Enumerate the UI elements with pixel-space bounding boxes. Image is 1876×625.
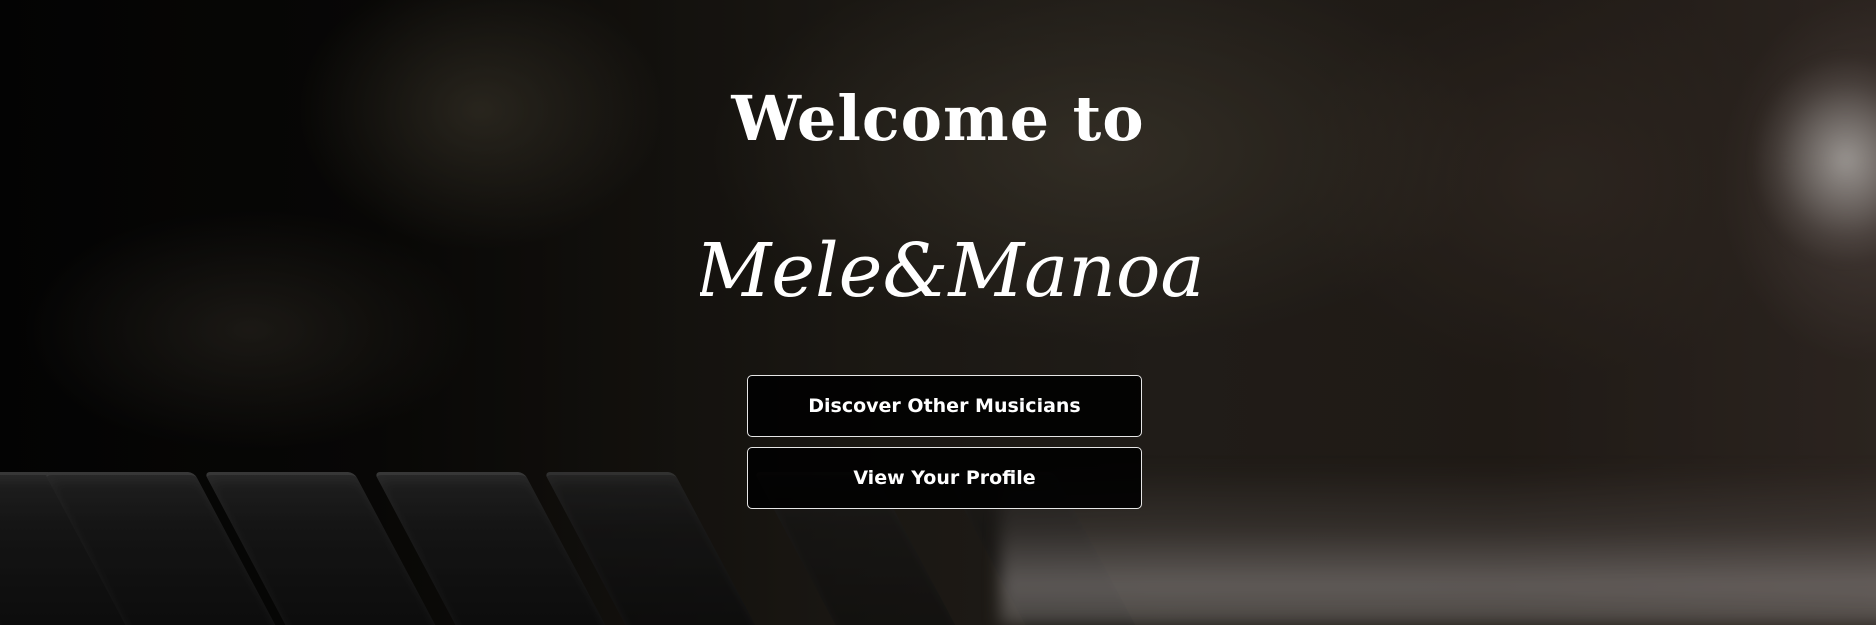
mele-manoa-logo: Mele&Manoa — [700, 228, 1200, 314]
welcome-heading: Welcome to — [731, 82, 1145, 155]
discover-musicians-button[interactable]: Discover Other Musicians — [747, 375, 1142, 437]
view-profile-button[interactable]: View Your Profile — [747, 447, 1142, 509]
hero-content: Welcome to Mele&Manoa Discover Other Mus… — [0, 0, 1876, 625]
logo-text: Mele&Manoa — [700, 228, 1200, 314]
hero-background: Welcome to Mele&Manoa Discover Other Mus… — [0, 0, 1876, 625]
